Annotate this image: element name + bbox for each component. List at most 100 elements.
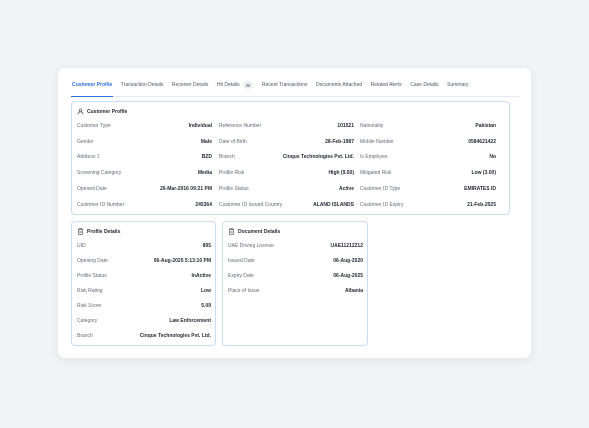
field-label: Screening Category [77,170,122,176]
field-row: Mitigated Risk Low (3.00) [360,170,496,176]
field-label: Reference Number [219,123,262,129]
field-row: UID 895 [77,243,211,249]
field-value: 21-Feb-2025 [467,202,496,208]
field-label: Customer ID Expiry [360,202,404,208]
field-label: Customer ID Number [77,202,125,208]
field-label: Opened Date [77,186,107,192]
field-label: Opening Date [77,258,108,264]
field-row: Screening Category Media [77,170,212,176]
field-row: Place of Issue Albania [228,288,363,294]
field-value: 06-Aug-2025 5:13:10 PM [153,258,211,264]
tab-recent-transactions[interactable]: Recent Transactions [262,74,308,96]
field-value: No [489,154,496,160]
field-label: Nationality [360,123,384,129]
field-row: Issued Date 06-Aug-2020 [228,258,363,264]
tab-hit-details[interactable]: Hit Details 35 [217,74,254,96]
field-value: 28-Feb-1987 [325,139,354,145]
field-label: Branch [219,154,235,160]
customer-profile-title: Customer Profile [87,108,128,115]
field-label: Customer Type [77,123,111,129]
profile-details-header: Profile Details [77,228,120,235]
field-value: Cinque Technologies Pvt. Ltd. [282,154,354,160]
field-value: InActive [191,273,211,279]
field-value: 06-Aug-2025 [333,273,363,279]
profile-details-title: Profile Details [87,228,121,235]
main-card: Customer Profile Transaction Details Rec… [58,68,531,358]
tab-transaction-details[interactable]: Transaction Details [121,74,164,96]
field-value: 06-Aug-2020 [333,258,363,264]
field-row: Is Employee No [360,154,496,160]
field-label: Customer ID Issued Country [219,202,283,208]
field-label: Branch [77,333,93,339]
field-value: Media [197,170,212,176]
field-value: 26-Mar-2016 09:21 PM [160,186,212,192]
tab-bar: Customer Profile Transaction Details Rec… [70,74,519,97]
field-label: Mobile Number [360,139,394,145]
field-row: Category Law Enforcement [77,318,211,324]
field-row: Address 1 BZD [77,154,212,160]
tab-summary[interactable]: Summary [447,74,468,96]
field-row: Mobile Number 0584621422 [360,139,496,145]
tab-receiver-details[interactable]: Receiver Details [172,74,208,96]
clipboard-icon [77,228,84,235]
field-value: Albania [344,288,363,294]
field-label: Profile Risk [219,170,245,176]
field-row: Opening Date 06-Aug-2025 5:13:10 PM [77,258,211,264]
field-value: 0584621422 [468,139,496,145]
field-value: 101521 [337,123,354,129]
field-value: Individual [188,123,212,129]
field-row: Customer ID Number 245364 [77,202,212,208]
field-label: Date of Birth [219,139,247,145]
field-value: Low [201,288,211,294]
field-row: Opened Date 26-Mar-2016 09:21 PM [77,186,212,192]
tab-customer-profile[interactable]: Customer Profile [70,74,114,97]
field-value: Active [338,186,354,192]
field-label: Profile Status [77,273,107,279]
field-label: Profile Status [219,186,249,192]
field-row: Date of Birth 28-Feb-1987 [219,139,354,145]
field-row: Risk Rating Low [77,288,211,294]
tab-documents-attached[interactable]: Documents Attached [316,74,362,96]
document-details-panel: Document Details UAE Driving License UAE1… [222,221,368,346]
field-value: BZD [201,154,212,160]
field-value: Pakistan [475,123,496,129]
field-label: Risk Rating [77,288,103,294]
field-row: Customer ID Expiry 21-Feb-2025 [360,202,496,208]
field-value: Cinque Technologies Pvt. Ltd. [139,333,211,339]
field-label: Mitigated Risk [360,170,392,176]
field-value: EMIRATES ID [464,186,496,192]
customer-profile-panel: Customer Profile Customer Type Individual… [71,101,510,215]
field-row: Profile Status InActive [77,273,211,279]
field-value: 5.09 [201,303,211,309]
field-row: Reference Number 101521 [219,123,354,129]
field-label: Place of Issue [228,288,260,294]
field-row: Branch Cinque Technologies Pvt. Ltd. [77,333,211,339]
field-value: Low (3.00) [471,170,496,176]
field-row: Profile Status Active [219,186,354,192]
hit-count-badge: 35 [242,81,254,89]
field-row: Profile Risk High (9.50) [219,170,354,176]
field-label: Is Employee [360,154,388,160]
field-value: 245364 [195,202,212,208]
field-row: Customer ID Type EMIRATES ID [360,186,496,192]
document-details-header: Document Details [228,228,280,235]
field-label: Risk Score [77,303,102,309]
field-value: 895 [202,243,211,249]
field-value: ALAND ISLANDS [313,202,354,208]
field-label: Category [77,318,98,324]
field-row: UAE Driving License UAE11212212 [228,243,363,249]
field-row: Gender Male [77,139,212,145]
field-label: Issued Date [228,258,255,264]
field-label: Expiry Date [228,273,254,279]
customer-profile-header: Customer Profile [77,108,127,115]
field-row: Expiry Date 06-Aug-2025 [228,273,363,279]
field-value: High (9.50) [328,170,354,176]
field-row: Risk Score 5.09 [77,303,211,309]
field-label: Address 1 [77,154,100,160]
tab-related-alerts[interactable]: Related Alerts [371,74,402,96]
field-value: Male [200,139,212,145]
field-label: Gender [77,139,94,145]
document-details-title: Document Details [238,228,281,235]
tab-case-details[interactable]: Case Details [410,74,438,96]
field-label: UID [77,243,86,249]
